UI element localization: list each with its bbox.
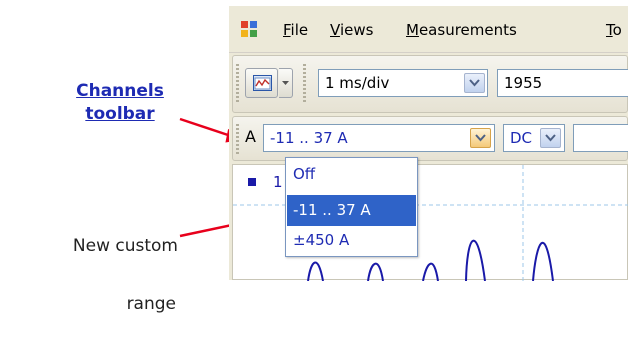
coupling-dropdown-button[interactable] xyxy=(540,128,561,148)
channel-range-value: -11 .. 37 A xyxy=(270,129,348,147)
app-icon xyxy=(241,21,257,37)
menu-measurements[interactable]: Measurements xyxy=(406,21,517,39)
next-select[interactable] xyxy=(573,124,628,152)
samples-value: 1955 xyxy=(504,74,543,92)
range-option-custom[interactable]: -11 .. 37 A xyxy=(287,195,416,226)
toolbar-grip[interactable] xyxy=(303,64,306,104)
channels-toolbar-callout-line1[interactable]: Channels xyxy=(60,80,180,103)
range-dropdown-button[interactable] xyxy=(470,128,491,148)
menu-file[interactable]: File xyxy=(283,21,308,39)
toolbar-grip[interactable] xyxy=(236,124,239,154)
coupling-value: DC xyxy=(510,129,533,147)
trace-lobe xyxy=(307,261,324,281)
chevron-down-icon xyxy=(475,134,486,142)
trace-lobe xyxy=(532,241,554,281)
toolbar-grip[interactable] xyxy=(236,64,239,104)
timebase-select[interactable]: 1 ms/div xyxy=(318,69,488,97)
chevron-down-icon xyxy=(545,134,556,142)
timebase-dropdown-button[interactable] xyxy=(464,73,485,93)
scope-view-dropdown[interactable] xyxy=(279,68,293,98)
channel-a-legend-label: 1 xyxy=(273,173,283,191)
range-option-off[interactable]: Off xyxy=(287,159,416,190)
channels-toolbar-callout-line2[interactable]: toolbar xyxy=(60,103,180,126)
samples-select[interactable]: 1955 xyxy=(497,69,628,97)
trace-lobe xyxy=(465,239,486,281)
channel-range-select[interactable]: -11 .. 37 A xyxy=(263,124,495,152)
timebase-value: 1 ms/div xyxy=(325,74,390,92)
scope-view-button[interactable] xyxy=(245,68,278,98)
trace-lobe xyxy=(367,262,384,281)
channels-toolbar: A -11 .. 37 A DC xyxy=(232,116,628,161)
menu-tools[interactable]: To xyxy=(606,21,622,39)
channel-label: A xyxy=(245,127,256,146)
chevron-down-icon xyxy=(282,81,289,85)
range-option-450[interactable]: ±450 A xyxy=(287,225,416,256)
menu-views[interactable]: Views xyxy=(330,21,373,39)
custom-range-callout-line1: New custom xyxy=(72,236,178,256)
coupling-select[interactable]: DC xyxy=(503,124,565,152)
menu-bar: File Views Measurements To xyxy=(229,6,628,53)
range-dropdown-list: Off -11 .. 37 A ±450 A xyxy=(285,157,418,257)
chevron-down-icon xyxy=(469,79,480,87)
scope-view-icon xyxy=(253,75,272,91)
channels-toolbar-callout[interactable]: Channels toolbar xyxy=(60,80,180,126)
channel-a-legend-swatch xyxy=(248,178,256,186)
custom-range-callout-line2: range xyxy=(126,294,176,314)
main-toolbar: 1 ms/div 1955 xyxy=(232,55,628,113)
trace-lobe xyxy=(422,262,439,281)
custom-range-callout: New custom range xyxy=(28,203,178,348)
